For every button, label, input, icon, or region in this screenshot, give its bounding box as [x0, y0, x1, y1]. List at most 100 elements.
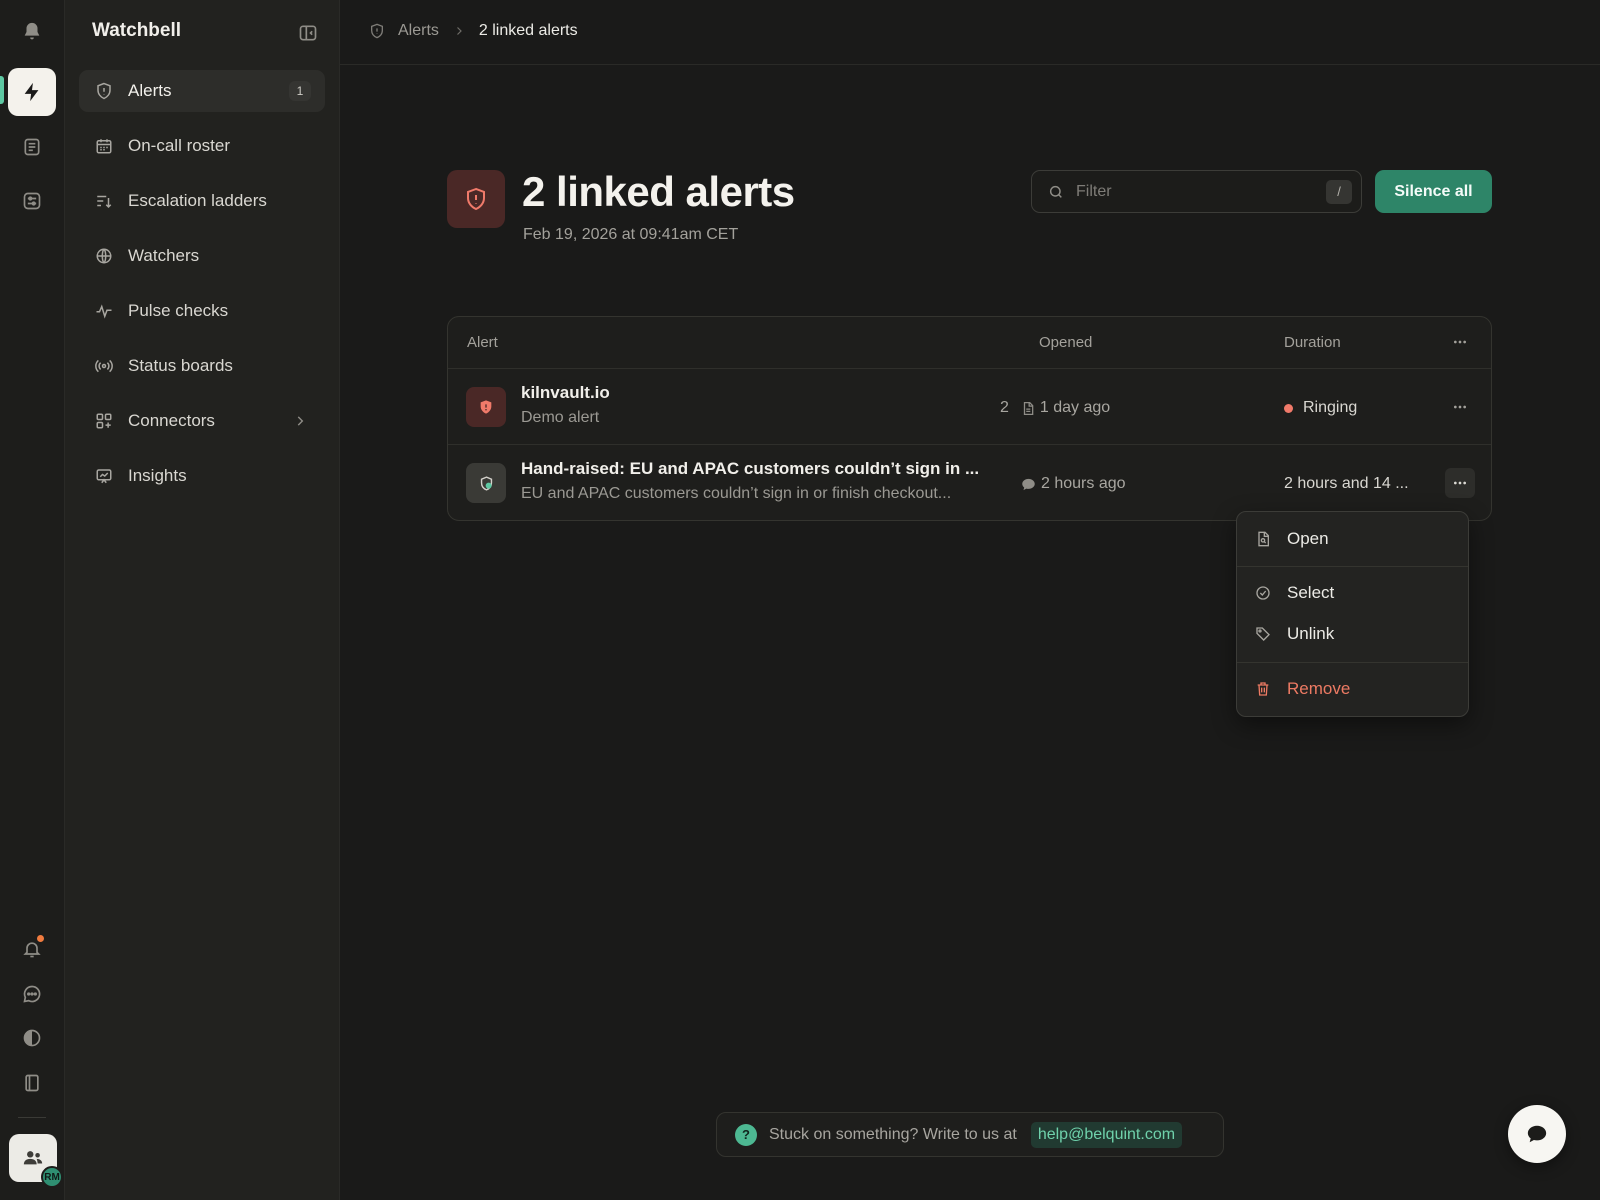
check-circle-icon [1255, 585, 1271, 601]
globe-icon [95, 247, 113, 265]
app-rail: RM [0, 0, 65, 1200]
avatar[interactable]: RM [41, 1166, 63, 1188]
sidebar-collapse-icon[interactable] [298, 23, 318, 43]
opened-cell: 2 1 day ago [1000, 399, 1110, 417]
more-horizontal-icon[interactable] [1445, 392, 1475, 422]
breadcrumb-current: 2 linked alerts [478, 22, 578, 39]
sidebar-item-pulse-checks[interactable]: Pulse checks [79, 290, 325, 332]
shield-icon [369, 23, 385, 39]
help-email-link[interactable]: help@belquint.com [1030, 1121, 1183, 1148]
topbar: Alerts 2 linked alerts [340, 0, 1600, 65]
column-header-alert[interactable]: Alert [467, 334, 498, 351]
row-context-menu: Open Select Unlink Remove [1236, 511, 1469, 717]
alerts-count-badge: 1 [289, 81, 311, 101]
question-icon: ? [735, 1123, 757, 1146]
page-subtitle: Feb 19, 2026 at 09:41am CET [523, 226, 739, 243]
search-icon [1048, 184, 1064, 200]
sidebar-item-label: Alerts [128, 81, 172, 100]
shield-icon [95, 82, 113, 100]
alert-subtitle: EU and APAC customers couldn’t sign in o… [521, 485, 952, 502]
trash-icon [1255, 681, 1271, 697]
notification-icon[interactable] [8, 925, 56, 973]
notification-dot [37, 935, 44, 942]
rail-divider [18, 1117, 46, 1118]
document-icon[interactable] [8, 123, 56, 171]
tag-icon [1255, 626, 1271, 642]
chevron-right-icon [453, 25, 465, 37]
menu-item-select[interactable]: Select [1243, 574, 1462, 612]
calendar-icon [95, 137, 113, 155]
hand-raised-icon [466, 463, 506, 503]
menu-item-label: Open [1287, 529, 1329, 548]
comment-icon [1021, 477, 1036, 492]
alert-title[interactable]: kilnvault.io [521, 383, 610, 403]
team-icon[interactable]: RM [9, 1134, 63, 1188]
filter-input[interactable] [1076, 182, 1326, 201]
pulse-icon [95, 302, 113, 320]
menu-item-label: Remove [1287, 679, 1351, 698]
contrast-icon[interactable] [8, 1014, 56, 1062]
file-search-icon [1255, 531, 1271, 547]
sort-icon [95, 192, 113, 210]
sliders-icon[interactable] [8, 177, 56, 225]
menu-divider [1237, 662, 1468, 663]
sidebar-item-label: Status boards [128, 356, 233, 375]
sidebar-item-label: Escalation ladders [128, 191, 267, 210]
menu-item-label: Unlink [1287, 624, 1335, 643]
chart-icon [95, 467, 113, 485]
breadcrumb-parent[interactable]: Alerts [398, 22, 439, 40]
sidebar-item-label: Pulse checks [128, 301, 229, 320]
sidebar-item-connectors[interactable]: Connectors [79, 400, 325, 442]
column-header-duration[interactable]: Duration [1284, 334, 1341, 351]
help-banner: ? Stuck on something? Write to us at hel… [716, 1112, 1224, 1157]
more-horizontal-icon[interactable] [1445, 468, 1475, 498]
duration-cell: Ringing [1284, 399, 1357, 417]
sidebar-item-label: On-call roster [128, 136, 231, 155]
opened-time: 2 hours ago [1041, 475, 1126, 492]
breadcrumb: Alerts 2 linked alerts [369, 22, 578, 40]
filter-shortcut: / [1326, 179, 1352, 204]
menu-item-open[interactable]: Open [1243, 520, 1462, 558]
sidebar-item-escalation-ladders[interactable]: Escalation ladders [79, 180, 325, 222]
duration-cell: 2 hours and 14 ... [1284, 475, 1409, 493]
ringing-status-dot [1284, 403, 1293, 413]
active-marker [0, 76, 4, 104]
menu-item-remove[interactable]: Remove [1243, 670, 1462, 708]
book-icon[interactable] [8, 1059, 56, 1107]
duration-value: Ringing [1303, 399, 1358, 416]
table-row[interactable]: kilnvault.io Demo alert 2 1 day ago Ring… [448, 369, 1491, 445]
bolt-icon[interactable] [8, 68, 56, 116]
more-horizontal-icon[interactable] [1445, 327, 1475, 357]
sidebar-item-insights[interactable]: Insights [79, 455, 325, 497]
sidebar-item-status-boards[interactable]: Status boards [79, 345, 325, 387]
page-title: 2 linked alerts [522, 168, 795, 215]
column-header-opened[interactable]: Opened [1039, 334, 1092, 351]
sidebar: Watchbell Alerts 1 On-call roster Escala… [65, 0, 340, 1200]
table-row[interactable]: Hand-raised: EU and APAC customers could… [448, 445, 1491, 520]
bell-icon[interactable] [8, 8, 56, 56]
chat-icon[interactable] [8, 970, 56, 1018]
sidebar-item-label: Watchers [128, 246, 200, 265]
opened-time: 1 day ago [1039, 399, 1111, 416]
sidebar-item-watchers[interactable]: Watchers [79, 235, 325, 277]
app-name: Watchbell [92, 20, 182, 41]
sidebar-item-on-call-roster[interactable]: On-call roster [79, 125, 325, 167]
sidebar-item-label: Connectors [128, 411, 215, 430]
chevron-right-icon [293, 414, 307, 428]
sidebar-item-alerts[interactable]: Alerts 1 [79, 70, 325, 112]
filter-field[interactable]: / [1031, 170, 1362, 213]
alert-subtitle: Demo alert [521, 409, 600, 426]
menu-item-label: Select [1287, 583, 1335, 602]
document-icon [1021, 401, 1035, 416]
alert-title[interactable]: Hand-raised: EU and APAC customers could… [521, 459, 979, 479]
help-text: Stuck on something? Write to us at [769, 1125, 1017, 1143]
shield-alert-icon [447, 170, 505, 228]
table-header: Alert Opened Duration [448, 317, 1491, 369]
sidebar-item-label: Insights [128, 466, 187, 485]
silence-all-button[interactable]: Silence all [1375, 170, 1492, 213]
chat-bubble-icon[interactable] [1508, 1105, 1566, 1163]
menu-item-unlink[interactable]: Unlink [1243, 615, 1462, 653]
alerts-table: Alert Opened Duration kilnvault.io Demo … [447, 316, 1492, 521]
grid-plus-icon [95, 412, 113, 430]
opened-cell: 2 hours ago [1021, 475, 1126, 493]
